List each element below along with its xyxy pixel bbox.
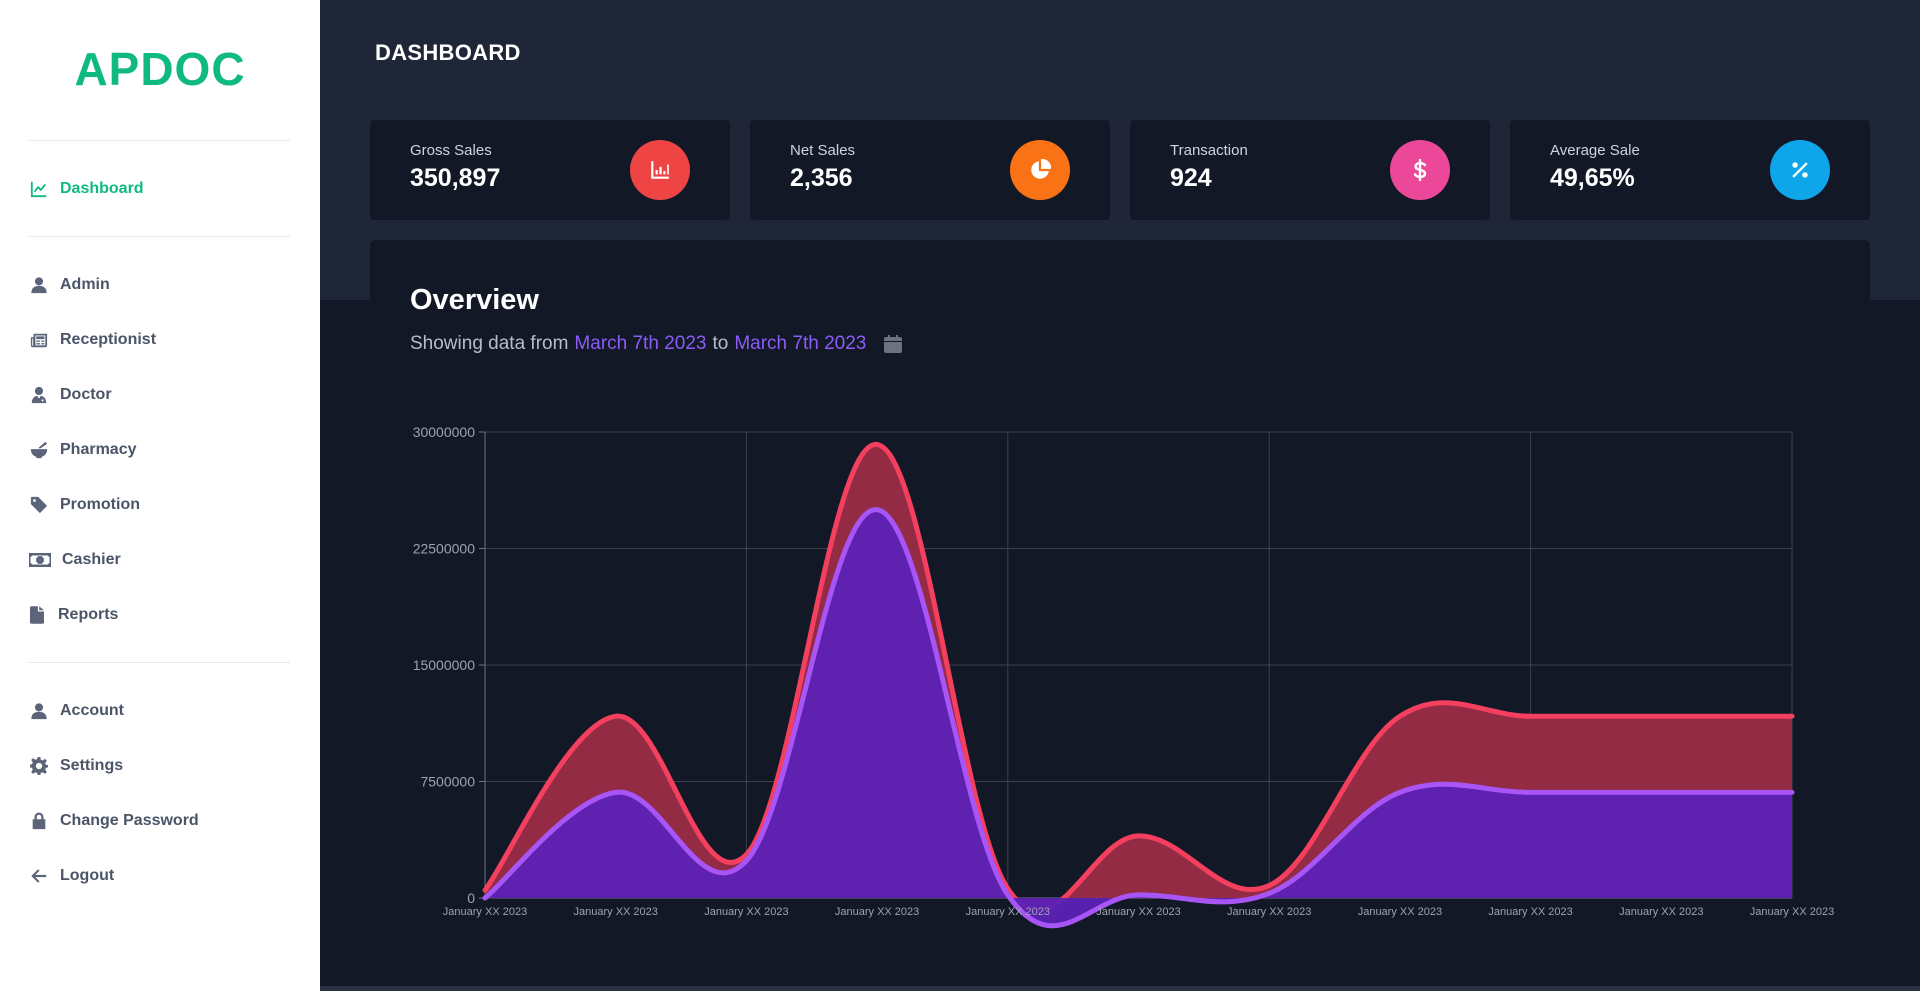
x-tick-label: January XX 2023 (1619, 906, 1703, 918)
bottom-scroll-strip (320, 986, 1920, 991)
x-tick-label: January XX 2023 (835, 906, 919, 918)
y-tick-label: 15000000 (413, 657, 476, 673)
y-tick-label: 7500000 (420, 774, 475, 790)
y-tick-label: 30000000 (413, 424, 476, 440)
x-tick-label: January XX 2023 (966, 906, 1050, 918)
x-tick-label: January XX 2023 (1227, 906, 1311, 918)
x-tick-label: January XX 2023 (1358, 906, 1442, 918)
x-tick-label: January XX 2023 (1488, 906, 1572, 918)
x-tick-label: January XX 2023 (704, 906, 788, 918)
y-tick-label: 22500000 (413, 541, 476, 557)
y-tick-label: 0 (467, 890, 475, 906)
x-tick-label: January XX 2023 (574, 906, 658, 918)
x-tick-label: January XX 2023 (443, 906, 527, 918)
x-tick-label: January XX 2023 (1096, 906, 1180, 918)
overview-chart: 0 7500000 15000000 22500000 30000000 January … (413, 424, 1834, 929)
x-tick-label: January XX 2023 (1750, 906, 1834, 918)
